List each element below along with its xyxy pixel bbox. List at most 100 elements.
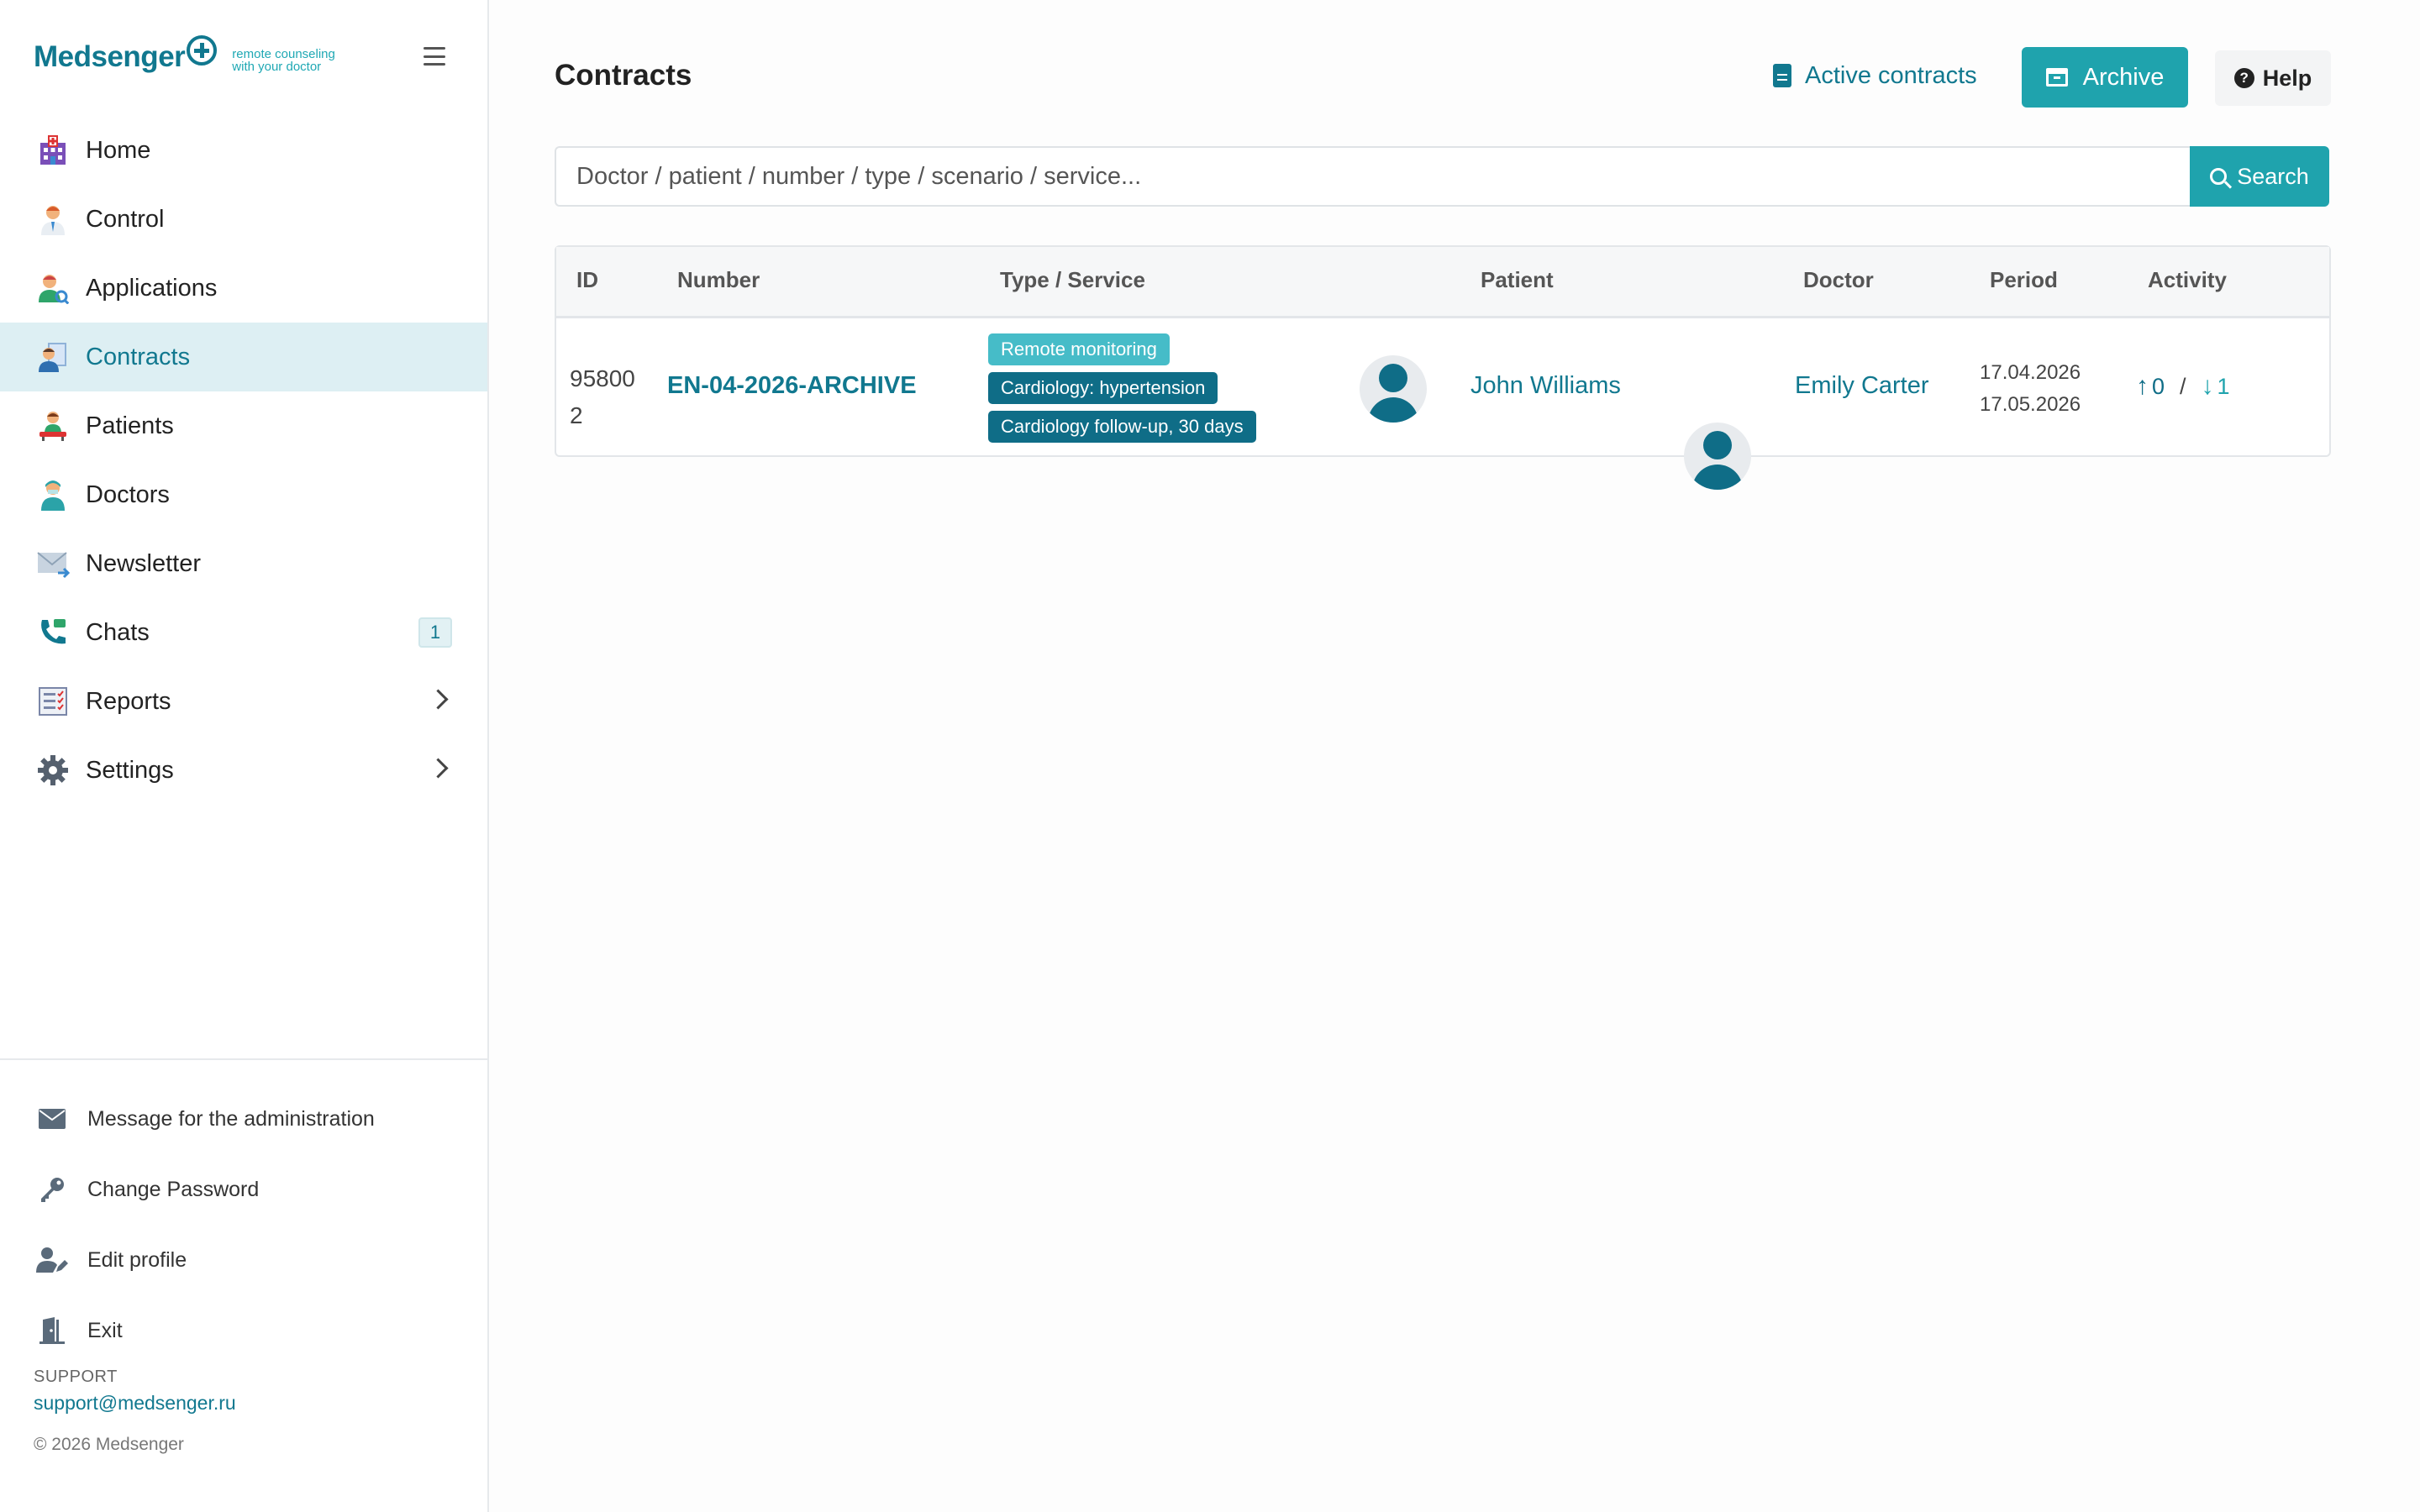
archive-box-icon bbox=[2045, 68, 2068, 87]
sidebar-item-chats[interactable]: Chats 1 bbox=[0, 598, 487, 667]
patient-avatar[interactable] bbox=[1360, 355, 1427, 423]
search-bar: Search bbox=[555, 146, 2329, 207]
column-header-activity[interactable]: Activity bbox=[2148, 267, 2227, 293]
help-label: Help bbox=[2262, 65, 2312, 91]
chevron-right-icon bbox=[428, 758, 449, 779]
phone-icon bbox=[35, 615, 71, 650]
column-header-id[interactable]: ID bbox=[576, 267, 598, 293]
change-password-link[interactable]: Change Password bbox=[0, 1154, 487, 1225]
sidebar-item-patients[interactable]: Patients bbox=[0, 391, 487, 460]
period-start: 17.04.2026 bbox=[1980, 361, 2081, 384]
logo-plus-icon bbox=[187, 35, 218, 66]
contracts-icon bbox=[35, 339, 71, 375]
sidebar-item-reports[interactable]: Reports bbox=[0, 667, 487, 736]
hospital-icon bbox=[35, 133, 71, 168]
sidebar-item-label: Control bbox=[86, 205, 165, 233]
support-label: SUPPORT bbox=[34, 1368, 118, 1386]
incoming-count: 1 bbox=[2217, 373, 2230, 399]
document-icon bbox=[1773, 64, 1791, 87]
bottom-item-label: Exit bbox=[87, 1318, 123, 1342]
search-icon bbox=[2210, 168, 2228, 185]
column-header-period[interactable]: Period bbox=[1990, 267, 2058, 293]
mail-icon bbox=[35, 1102, 69, 1136]
contracts-table: ID Number Type / Service Patient Doctor … bbox=[555, 245, 2331, 490]
logo-text: Medsenger bbox=[34, 40, 186, 73]
outgoing-activity: ↑ 0 bbox=[2136, 372, 2165, 401]
message-admin-link[interactable]: Message for the administration bbox=[0, 1084, 487, 1154]
sidebar-item-label: Reports bbox=[86, 687, 171, 715]
doctor-avatar[interactable] bbox=[1684, 423, 1751, 490]
user-edit-icon bbox=[35, 1243, 69, 1277]
doctor-name-link[interactable]: Emily Carter bbox=[1795, 372, 1929, 400]
active-contracts-label: Active contracts bbox=[1805, 61, 1977, 89]
contract-id: 95800 2 bbox=[570, 360, 637, 434]
search-button-label: Search bbox=[2237, 163, 2309, 189]
chevron-right-icon bbox=[428, 689, 449, 710]
help-button[interactable]: ? Help bbox=[2215, 50, 2331, 106]
arrow-down-icon: ↓ bbox=[2201, 372, 2214, 400]
column-header-type-service[interactable]: Type / Service bbox=[1000, 267, 1145, 293]
patients-icon bbox=[35, 408, 71, 444]
logo-tagline: remote counseling with your doctor bbox=[232, 48, 366, 73]
table-header: ID Number Type / Service Patient Doctor … bbox=[556, 247, 2329, 318]
contract-number-link[interactable]: EN-04-2026-ARCHIVE bbox=[667, 372, 917, 400]
tagline-line2: with your doctor bbox=[232, 60, 322, 74]
doctor-icon bbox=[35, 202, 71, 237]
service-tag: Cardiology follow-up, 30 days bbox=[988, 411, 1256, 443]
bottom-item-label: Edit profile bbox=[87, 1247, 187, 1272]
gear-icon bbox=[35, 753, 71, 788]
bottom-item-label: Change Password bbox=[87, 1177, 260, 1201]
archive-label: Archive bbox=[2082, 63, 2165, 91]
sidebar-item-label: Home bbox=[86, 136, 151, 164]
exit-link[interactable]: Exit bbox=[0, 1295, 487, 1366]
support-email-link[interactable]: support@medsenger.ru bbox=[34, 1392, 236, 1415]
sidebar-item-control[interactable]: Control bbox=[0, 185, 487, 254]
contract-id-line2: 2 bbox=[570, 402, 583, 428]
envelope-icon bbox=[35, 546, 71, 581]
outgoing-count: 0 bbox=[2152, 373, 2165, 399]
chats-unread-badge: 1 bbox=[418, 617, 452, 648]
sidebar: Medsenger remote counseling with your do… bbox=[0, 0, 489, 1512]
contract-id-line1: 95800 bbox=[570, 365, 635, 391]
incoming-activity: ↓ 1 bbox=[2202, 372, 2230, 401]
arrow-up-icon: ↑ bbox=[2136, 372, 2149, 400]
question-circle-icon: ? bbox=[2233, 68, 2254, 88]
period-end: 17.05.2026 bbox=[1980, 393, 2081, 416]
service-tag: Remote monitoring bbox=[988, 333, 1170, 365]
search-button[interactable]: Search bbox=[2190, 146, 2329, 207]
sidebar-item-label: Contracts bbox=[86, 343, 191, 370]
sidebar-item-home[interactable]: Home bbox=[0, 116, 487, 185]
service-tags: Remote monitoring Cardiology: hypertensi… bbox=[988, 333, 1256, 443]
sidebar-item-applications[interactable]: Applications bbox=[0, 254, 487, 323]
sidebar-bottom-menu: Message for the administration Change Pa… bbox=[0, 1058, 487, 1366]
column-header-number[interactable]: Number bbox=[677, 267, 760, 293]
doctors-icon bbox=[35, 477, 71, 512]
active-contracts-button[interactable]: Active contracts bbox=[1773, 50, 1977, 101]
sidebar-item-doctors[interactable]: Doctors bbox=[0, 460, 487, 529]
sidebar-item-newsletter[interactable]: Newsletter bbox=[0, 529, 487, 598]
copyright: © 2026 Medsenger bbox=[34, 1435, 184, 1454]
patient-name-link[interactable]: John Williams bbox=[1470, 372, 1621, 400]
sidebar-item-label: Newsletter bbox=[86, 549, 201, 577]
sidebar-nav: Home Control Applications Contracts Pati… bbox=[0, 116, 487, 805]
key-icon bbox=[35, 1173, 69, 1206]
bottom-item-label: Message for the administration bbox=[87, 1106, 375, 1131]
page-title: Contracts bbox=[555, 59, 692, 92]
search-input[interactable] bbox=[555, 146, 2190, 207]
report-icon bbox=[35, 684, 71, 719]
archive-button[interactable]: Archive bbox=[2022, 47, 2188, 108]
table-row[interactable]: 95800 2 EN-04-2026-ARCHIVE Remote monito… bbox=[556, 318, 2329, 490]
edit-profile-link[interactable]: Edit profile bbox=[0, 1225, 487, 1295]
column-header-doctor[interactable]: Doctor bbox=[1803, 267, 1874, 293]
medsenger-logo[interactable]: Medsenger remote counseling with your do… bbox=[34, 32, 366, 82]
applications-icon bbox=[35, 270, 71, 306]
menu-toggle-icon[interactable] bbox=[424, 47, 445, 66]
sidebar-item-contracts[interactable]: Contracts bbox=[0, 323, 487, 391]
door-icon bbox=[35, 1314, 69, 1347]
sidebar-item-settings[interactable]: Settings bbox=[0, 736, 487, 805]
contract-period: 17.04.2026 17.05.2026 bbox=[1980, 357, 2081, 421]
support-block: SUPPORT support@medsenger.ru bbox=[34, 1368, 236, 1415]
sidebar-item-label: Patients bbox=[86, 412, 174, 439]
column-header-patient[interactable]: Patient bbox=[1481, 267, 1554, 293]
activity-separator: / bbox=[2180, 373, 2186, 399]
